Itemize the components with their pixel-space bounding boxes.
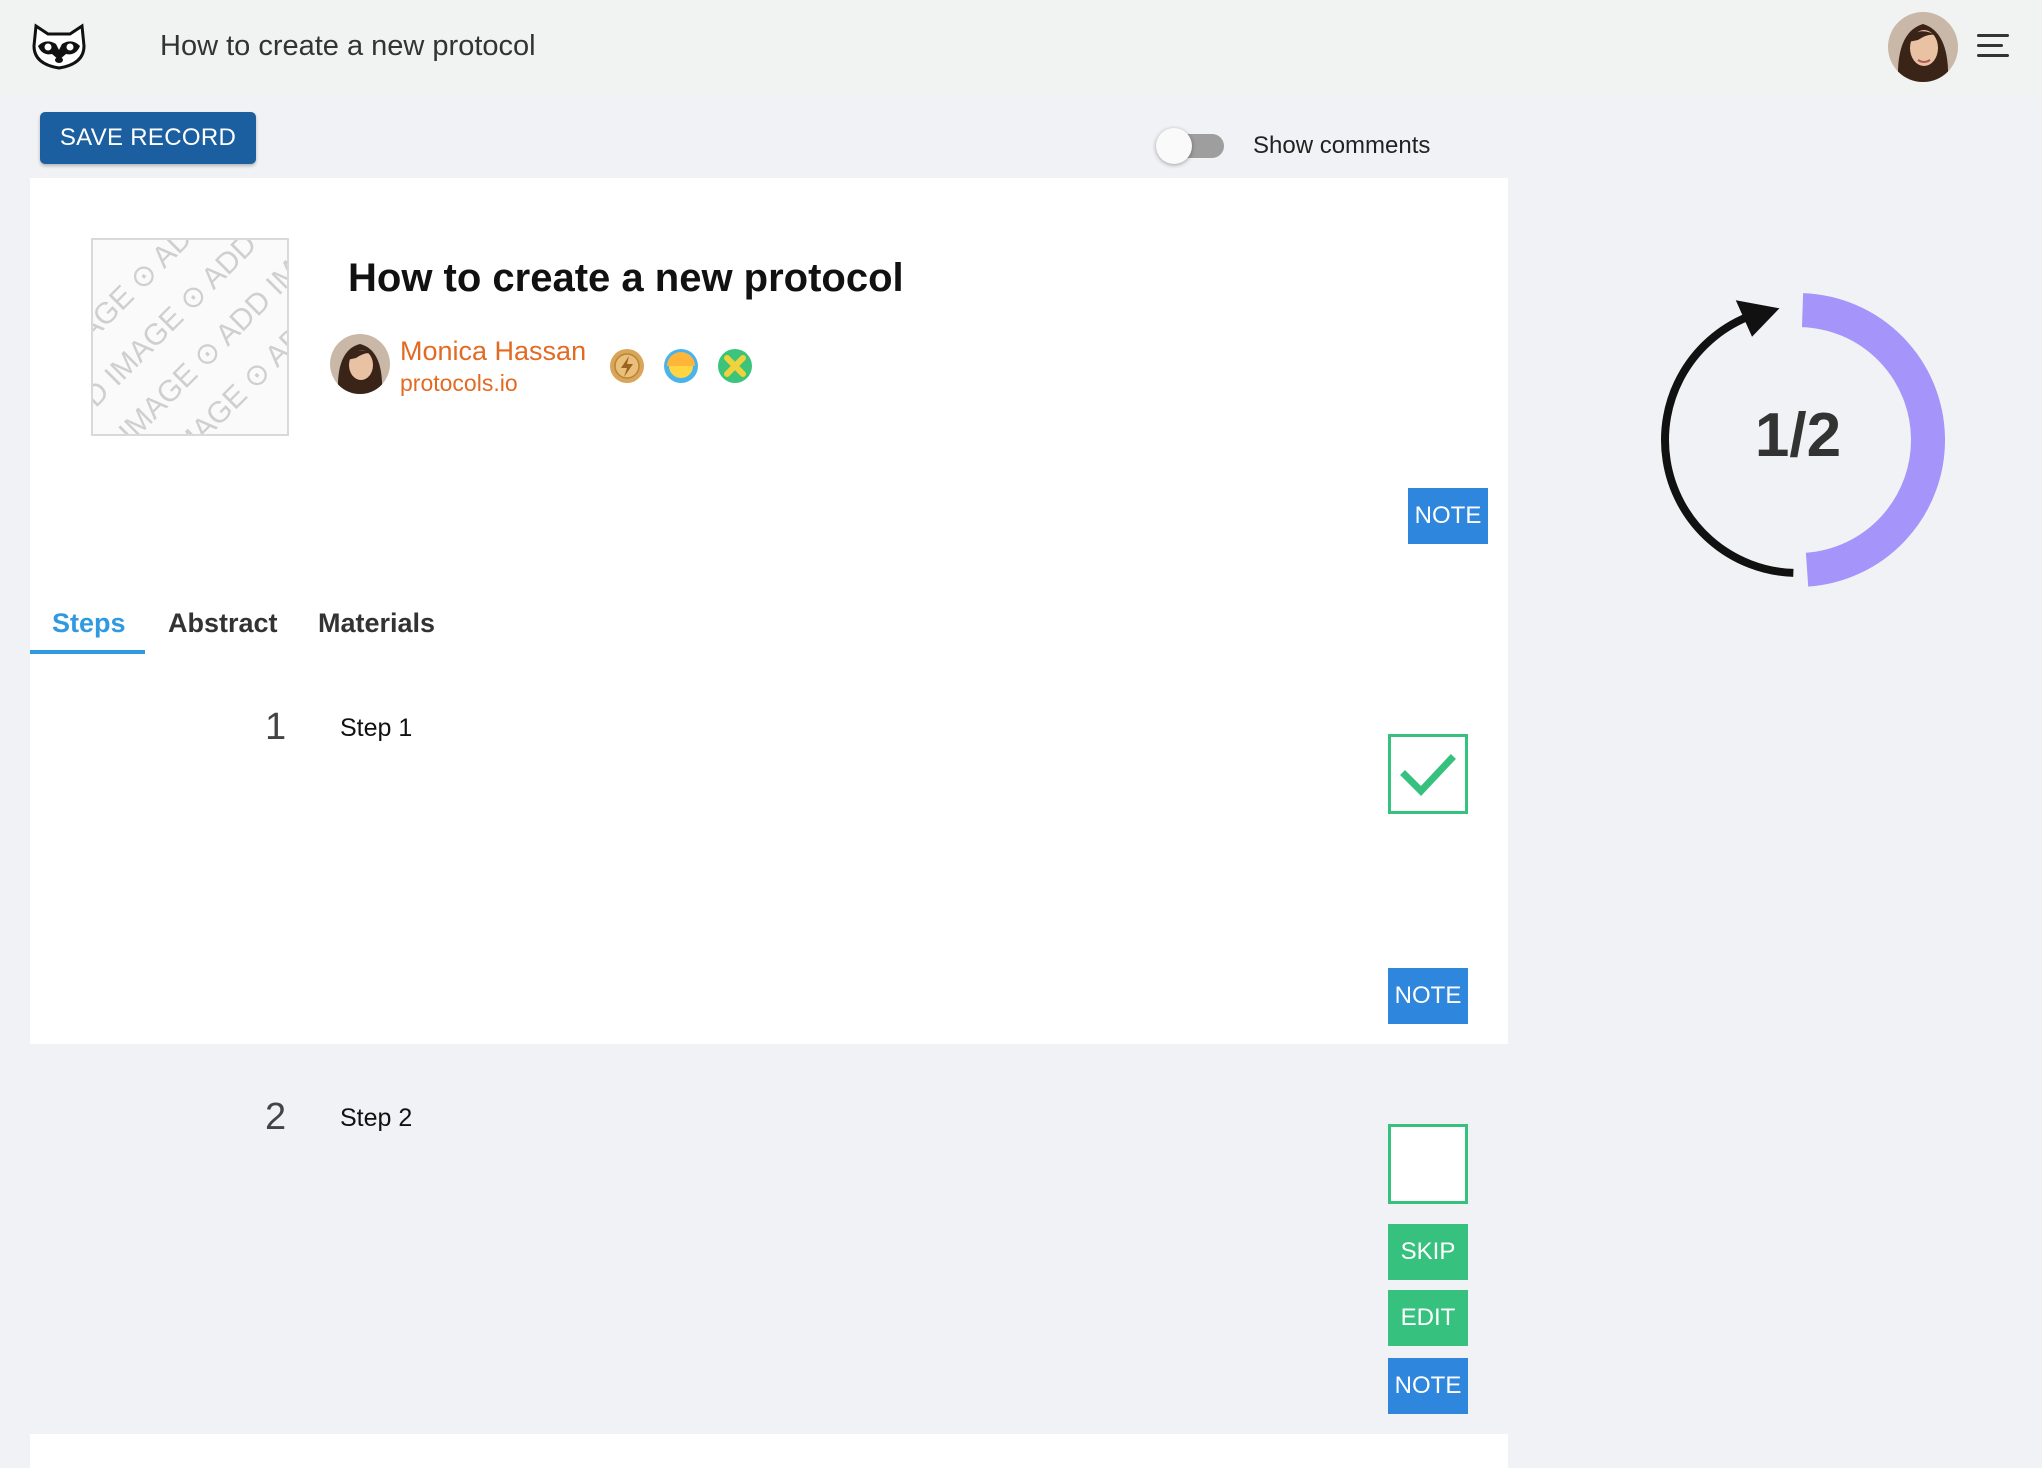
step-2-skip-button[interactable]: SKIP [1388,1224,1468,1280]
raccoon-logo-icon[interactable] [30,20,88,72]
checkmark-icon [1400,754,1456,797]
user-avatar[interactable] [1888,12,1958,82]
x-badge-icon [718,349,752,383]
tab-abstract[interactable]: Abstract [168,608,278,639]
step-1-note-button[interactable]: NOTE [1388,968,1468,1024]
author-organization: protocols.io [400,370,518,396]
progress-label: 1/2 [1754,401,1842,470]
step-2-note-button[interactable]: NOTE [1388,1358,1468,1414]
page-title: How to create a new protocol [160,30,536,62]
top-bar: How to create a new protocol [0,0,2042,98]
add-image-placeholder[interactable]: ADD IMAGE ⊙ ADD IMAGE ADD IMAGE ⊙ ADD IM… [91,238,289,436]
save-record-button[interactable]: SAVE RECORD [40,112,256,164]
step-1-checkbox[interactable] [1388,734,1468,814]
author-name-link[interactable]: Monica Hassan [400,336,586,367]
step-title: Step 1 [340,714,413,742]
next-step-card [30,1434,1508,1468]
show-comments-label: Show comments [1253,132,1431,159]
protocol-note-button[interactable]: NOTE [1408,488,1488,544]
svg-text:ADD IMAGE ⊙ ADD IMAGE: ADD IMAGE ⊙ ADD IMAGE [93,240,289,436]
tab-steps[interactable]: Steps [52,608,126,639]
protocol-card: ADD IMAGE ⊙ ADD IMAGE ADD IMAGE ⊙ ADD IM… [30,178,1508,1044]
step-2-checkbox[interactable] [1388,1124,1468,1204]
lightning-badge-icon [610,349,644,383]
sun-badge-icon [664,349,698,383]
step-2-edit-button[interactable]: EDIT [1388,1290,1468,1346]
step-title: Step 2 [340,1104,413,1132]
active-tab-indicator [30,650,145,654]
step-number: 2 [265,1096,287,1138]
hamburger-menu-icon[interactable] [1977,34,2009,60]
toggle-knob [1156,128,1192,164]
protocol-title: How to create a new protocol [348,256,904,300]
step-number: 1 [265,706,287,748]
author-avatar[interactable] [330,334,390,394]
show-comments-toggle[interactable] [1156,128,1226,164]
svg-text:ADD IMAGE ⊙ ADD IMAGE: ADD IMAGE ⊙ ADD IMAGE [93,240,289,436]
tab-materials[interactable]: Materials [318,608,435,639]
